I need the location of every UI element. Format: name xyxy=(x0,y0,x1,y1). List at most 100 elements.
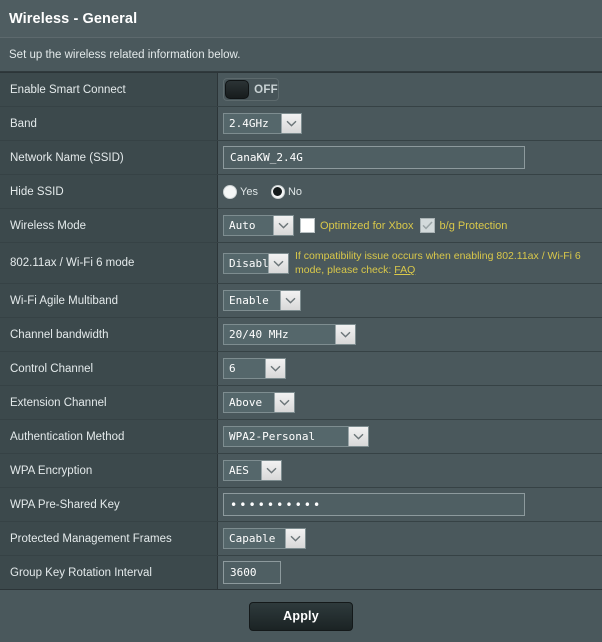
row-wireless-mode: Wireless Mode Auto Optimized for Xbox b/… xyxy=(0,209,602,243)
value-pmf: Capable xyxy=(218,522,602,555)
extension-channel-select[interactable]: Above xyxy=(223,392,295,413)
chevron-down-icon xyxy=(281,114,301,133)
value-group-key: 3600 xyxy=(218,556,602,589)
value-channel-bandwidth: 20/40 MHz xyxy=(218,318,602,351)
row-group-key: Group Key Rotation Interval 3600 xyxy=(0,556,602,589)
row-agile-multiband: Wi-Fi Agile Multiband Enable xyxy=(0,284,602,318)
control-channel-select-value: 6 xyxy=(229,362,236,375)
page-subtitle: Set up the wireless related information … xyxy=(9,48,241,61)
label-ssid: Network Name (SSID) xyxy=(0,141,218,174)
chevron-down-icon xyxy=(285,529,305,548)
bg-protection-checkbox[interactable]: b/g Protection xyxy=(419,218,508,233)
wpa-encryption-select-value: AES xyxy=(229,464,249,477)
value-control-channel: 6 xyxy=(218,352,602,385)
chevron-down-icon xyxy=(348,427,368,446)
label-auth-method: Authentication Method xyxy=(0,420,218,453)
psk-input[interactable]: •••••••••• xyxy=(223,493,525,516)
ax-mode-select-value: Disabl xyxy=(229,256,268,270)
chevron-down-icon xyxy=(265,359,285,378)
radio-yes-indicator xyxy=(223,184,237,199)
row-psk: WPA Pre-Shared Key •••••••••• xyxy=(0,488,602,522)
row-band: Band 2.4GHz xyxy=(0,107,602,141)
hide-ssid-radio-no[interactable]: No xyxy=(270,184,303,199)
page-header: Wireless - General xyxy=(0,0,602,38)
pmf-select-value: Capable xyxy=(229,532,276,545)
chevron-down-icon xyxy=(280,291,300,310)
channel-bandwidth-select-value: 20/40 MHz xyxy=(229,328,289,341)
smart-connect-toggle[interactable]: OFF xyxy=(223,78,279,101)
label-wireless-mode: Wireless Mode xyxy=(0,209,218,242)
control-channel-select[interactable]: 6 xyxy=(223,358,286,379)
band-select-value: 2.4GHz xyxy=(229,117,269,130)
wireless-general-page: Wireless - General Set up the wireless r… xyxy=(0,0,602,642)
radio-no-indicator xyxy=(270,184,285,199)
chevron-down-icon xyxy=(335,325,355,344)
faq-link[interactable]: FAQ xyxy=(394,264,415,276)
optimized-for-xbox-checkbox[interactable]: Optimized for Xbox xyxy=(300,218,414,233)
radio-no-label: No xyxy=(287,185,303,198)
radio-yes-label: Yes xyxy=(240,185,258,198)
chevron-down-icon xyxy=(261,461,281,480)
row-smart-connect: Enable Smart Connect OFF xyxy=(0,73,602,107)
ax-mode-hint-text: If compatibility issue occurs when enabl… xyxy=(295,250,581,276)
value-psk: •••••••••• xyxy=(218,488,602,521)
wireless-mode-select[interactable]: Auto xyxy=(223,215,294,236)
value-extension-channel: Above xyxy=(218,386,602,419)
apply-bar: Apply xyxy=(0,590,602,642)
row-hide-ssid: Hide SSID Yes No xyxy=(0,175,602,209)
chevron-down-icon xyxy=(274,393,294,412)
value-agile-multiband: Enable xyxy=(218,284,602,317)
value-ax-mode: Disabl If compatibility issue occurs whe… xyxy=(218,243,602,283)
row-wpa-encryption: WPA Encryption AES xyxy=(0,454,602,488)
hide-ssid-radio-group: Yes No xyxy=(223,184,311,199)
label-hide-ssid: Hide SSID xyxy=(0,175,218,208)
wpa-encryption-select[interactable]: AES xyxy=(223,460,282,481)
settings-table: Enable Smart Connect OFF Band 2.4GHz Net… xyxy=(0,72,602,590)
label-agile-multiband: Wi-Fi Agile Multiband xyxy=(0,284,218,317)
chevron-down-icon xyxy=(268,253,288,273)
channel-bandwidth-select[interactable]: 20/40 MHz xyxy=(223,324,356,345)
agile-multiband-select-value: Enable xyxy=(229,294,269,307)
row-pmf: Protected Management Frames Capable xyxy=(0,522,602,556)
hide-ssid-radio-yes[interactable]: Yes xyxy=(223,184,258,199)
label-ax-mode: 802.11ax / Wi-Fi 6 mode xyxy=(0,243,218,283)
label-control-channel: Control Channel xyxy=(0,352,218,385)
label-smart-connect: Enable Smart Connect xyxy=(0,73,218,106)
chevron-down-icon xyxy=(273,216,293,235)
row-auth-method: Authentication Method WPA2-Personal xyxy=(0,420,602,454)
auth-method-select[interactable]: WPA2-Personal xyxy=(223,426,369,447)
ax-mode-select[interactable]: Disabl xyxy=(223,252,289,274)
page-subtitle-bar: Set up the wireless related information … xyxy=(0,38,602,72)
apply-button[interactable]: Apply xyxy=(249,601,353,631)
extension-channel-select-value: Above xyxy=(229,396,263,409)
label-band: Band xyxy=(0,107,218,140)
wireless-mode-select-value: Auto xyxy=(229,219,256,232)
checkbox-bg-label: b/g Protection xyxy=(439,219,508,232)
label-pmf: Protected Management Frames xyxy=(0,522,218,555)
row-extension-channel: Extension Channel Above xyxy=(0,386,602,420)
checkbox-bg-indicator xyxy=(419,218,435,233)
label-channel-bandwidth: Channel bandwidth xyxy=(0,318,218,351)
auth-method-select-value: WPA2-Personal xyxy=(229,430,316,443)
label-group-key: Group Key Rotation Interval xyxy=(0,556,218,589)
ax-mode-hint: If compatibility issue occurs when enabl… xyxy=(295,246,595,280)
label-psk: WPA Pre-Shared Key xyxy=(0,488,218,521)
band-select[interactable]: 2.4GHz xyxy=(223,113,302,134)
group-key-input[interactable]: 3600 xyxy=(223,561,281,584)
agile-multiband-select[interactable]: Enable xyxy=(223,290,301,311)
label-extension-channel: Extension Channel xyxy=(0,386,218,419)
row-channel-bandwidth: Channel bandwidth 20/40 MHz xyxy=(0,318,602,352)
checkbox-xbox-label: Optimized for Xbox xyxy=(320,219,414,232)
value-band: 2.4GHz xyxy=(218,107,602,140)
value-hide-ssid: Yes No xyxy=(218,175,602,208)
value-ssid: CanaKW_2.4G xyxy=(218,141,602,174)
ssid-input[interactable]: CanaKW_2.4G xyxy=(223,146,525,169)
toggle-knob xyxy=(225,80,250,99)
toggle-state-label: OFF xyxy=(254,83,278,96)
value-smart-connect: OFF xyxy=(218,73,602,106)
value-auth-method: WPA2-Personal xyxy=(218,420,602,453)
pmf-select[interactable]: Capable xyxy=(223,528,306,549)
value-wireless-mode: Auto Optimized for Xbox b/g Protection xyxy=(218,209,602,242)
checkbox-xbox-indicator xyxy=(300,218,315,233)
row-ax-mode: 802.11ax / Wi-Fi 6 mode Disabl If compat… xyxy=(0,243,602,284)
